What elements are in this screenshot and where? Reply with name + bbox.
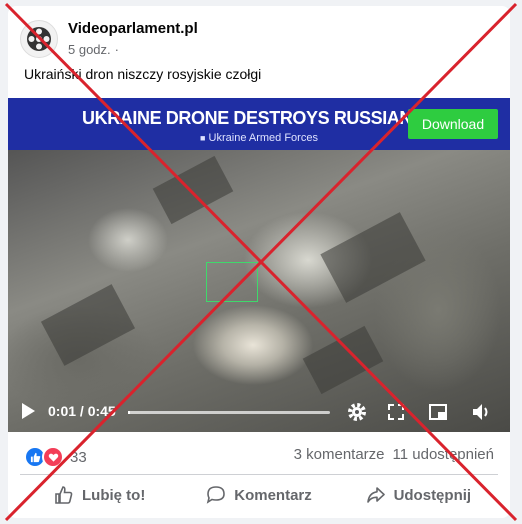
page-name[interactable]: Videoparlament.pl [68,20,198,38]
facebook-post: Videoparlament.pl 5 godz. · Ukraiński dr… [8,6,510,518]
reactions-summary[interactable]: 33 [24,446,87,468]
volume-icon[interactable] [470,401,492,423]
actions-divider [20,474,498,475]
comment-button[interactable]: Komentarz [179,478,338,512]
video-progress-fill [128,411,131,414]
post-stats: 33 3 komentarze 11 udostępnień [24,446,494,468]
share-label: Udostępnij [393,486,472,504]
video-banner: UKRAINE DRONE DESTROYS RUSSIAN TA ■ Ukra… [8,98,510,150]
thumbs-up-icon [55,486,73,504]
comments-count-link[interactable]: 3 komentarze [294,446,385,463]
video-controls: 0:01 / 0:45 [8,392,510,432]
timestamp-separator: · [114,42,119,57]
banner-subtitle: Ukraine Armed Forces [208,132,318,144]
like-label: Lubię to! [82,486,146,504]
video-frame[interactable] [8,150,510,432]
picture-in-picture-icon[interactable] [428,402,448,422]
like-button[interactable]: Lubię to! [20,478,179,512]
film-reel-icon [27,27,51,51]
settings-gear-icon[interactable] [346,401,368,423]
share-button[interactable]: Udostępnij [339,478,498,512]
comment-bubble-icon [206,486,226,504]
shares-count-link[interactable]: 11 udostępnień [393,446,494,463]
fullscreen-icon[interactable] [386,402,406,422]
video-time: 0:01 / 0:45 [48,403,116,419]
post-caption: Ukraiński dron niszczy rosyjskie czołgi [24,66,262,82]
comment-label: Komentarz [234,486,312,504]
love-reaction-icon [42,446,64,468]
banner-title: UKRAINE DRONE DESTROYS RUSSIAN TA [82,108,439,128]
reaction-count: 33 [70,448,87,466]
target-reticle [206,262,258,302]
post-actions: Lubię to! Komentarz Udostępnij [20,478,498,512]
video-player[interactable]: UKRAINE DRONE DESTROYS RUSSIAN TA ■ Ukra… [8,98,510,432]
camera-icon: ■ [200,133,206,143]
video-progress-bar[interactable] [128,411,330,414]
page-avatar[interactable] [20,20,58,58]
post-header: Videoparlament.pl 5 godz. · [20,20,198,58]
download-button[interactable]: Download [408,109,498,139]
post-timestamp[interactable]: 5 godz. [68,42,111,57]
play-icon[interactable] [20,402,36,420]
share-arrow-icon [366,487,385,503]
